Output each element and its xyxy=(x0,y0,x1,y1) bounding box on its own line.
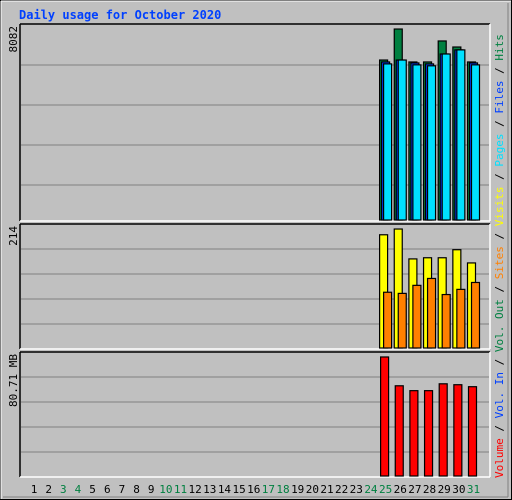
x-tick-label-day-15: 15 xyxy=(232,483,245,496)
bar-pages-day-31 xyxy=(470,64,481,221)
x-tick-label-day-27: 27 xyxy=(408,483,421,496)
panel-volume: 80.71 MB xyxy=(7,351,491,478)
x-tick-label-day-22: 22 xyxy=(335,483,348,496)
x-tick-label-day-14: 14 xyxy=(218,483,232,496)
x-tick-label-day-16: 16 xyxy=(247,483,260,496)
bar-volume-day-30 xyxy=(453,384,463,477)
bar-volume-day-25 xyxy=(380,356,390,477)
bar-volume-day-29 xyxy=(438,383,448,477)
legend-text: Volume / Vol. In / Vol. Out / Sites / Vi… xyxy=(493,34,506,478)
x-tick-label-day-28: 28 xyxy=(423,483,436,496)
x-tick-label-day-4: 4 xyxy=(75,483,82,496)
bar-volume-day-28 xyxy=(423,390,434,477)
legend-item-volume: Volume xyxy=(493,438,506,478)
legend-item-files: Files xyxy=(493,81,506,114)
x-tick-label-day-17: 17 xyxy=(262,483,275,496)
x-tick-label-day-5: 5 xyxy=(89,483,96,496)
bar-pages-day-26 xyxy=(397,59,407,221)
x-tick-label-day-13: 13 xyxy=(203,483,216,496)
legend-separator: / xyxy=(493,167,506,187)
bar-pages-day-27 xyxy=(412,64,422,221)
x-tick-label-day-25: 25 xyxy=(379,483,392,496)
x-tick-label-day-24: 24 xyxy=(364,483,378,496)
legend-separator: / xyxy=(493,114,506,134)
legend-item-vol-out: Vol. Out xyxy=(493,299,506,352)
legend-separator: / xyxy=(493,61,506,81)
daily-usage-chart-frame: Daily usage for October 2020 8082 214 80.7… xyxy=(0,0,512,500)
x-tick-label-day-26: 26 xyxy=(394,483,407,496)
bar-pages-day-30 xyxy=(456,49,466,221)
legend-separator: / xyxy=(493,352,506,372)
x-tick-label-day-3: 3 xyxy=(60,483,67,496)
legend-separator: / xyxy=(493,226,506,246)
x-tick-label-day-20: 20 xyxy=(306,483,319,496)
x-tick-label-day-7: 7 xyxy=(119,483,126,496)
x-tick-label-day-12: 12 xyxy=(189,483,202,496)
legend: Volume / Vol. In / Vol. Out / Sites / Vi… xyxy=(493,34,506,478)
legend-item-pages: Pages xyxy=(493,134,506,167)
x-tick-label-day-30: 30 xyxy=(452,483,465,496)
panel-visits-sites: 214 xyxy=(7,223,491,350)
bar-pages-day-29 xyxy=(441,53,451,221)
x-tick-label-day-11: 11 xyxy=(174,483,187,496)
x-tick-label-day-1: 1 xyxy=(31,483,38,496)
x-tick-label-day-31: 31 xyxy=(467,483,480,496)
daily-usage-chart: Daily usage for October 2020 808221480.7… xyxy=(0,0,512,500)
x-tick-label-day-9: 9 xyxy=(148,483,155,496)
legend-separator: / xyxy=(493,279,506,299)
chart-title: Daily usage for October 2020 xyxy=(19,8,221,22)
x-tick-label-day-23: 23 xyxy=(350,483,363,496)
x-tick-label-day-2: 2 xyxy=(45,483,52,496)
x-tick-label-day-21: 21 xyxy=(320,483,333,496)
x-tick-label-day-19: 19 xyxy=(291,483,304,496)
bar-volume-day-26 xyxy=(394,385,404,477)
legend-item-hits: Hits xyxy=(493,34,506,61)
x-tick-label-day-8: 8 xyxy=(133,483,140,496)
legend-item-vol-in: Vol. In xyxy=(493,372,506,418)
x-tick-label-day-18: 18 xyxy=(276,483,289,496)
bar-sites-day-28 xyxy=(426,277,437,349)
y-max-label: 8082 xyxy=(7,26,20,53)
legend-separator: / xyxy=(493,418,506,438)
y-max-label: 214 xyxy=(7,226,20,246)
legend-item-visits: Visits xyxy=(493,187,506,227)
x-tick-label-day-6: 6 xyxy=(104,483,111,496)
panel-background xyxy=(20,352,490,477)
bar-sites-day-25 xyxy=(383,291,393,349)
bar-sites-day-27 xyxy=(412,284,422,349)
panels: 8082 214 80.71 MB xyxy=(7,23,491,478)
bar-sites-day-29 xyxy=(441,293,451,349)
x-tick-label-day-10: 10 xyxy=(159,483,172,496)
legend-item-sites: Sites xyxy=(493,246,506,279)
bar-sites-day-31 xyxy=(470,281,481,349)
bar-volume-day-31 xyxy=(467,386,478,477)
bar-sites-day-30 xyxy=(456,288,466,349)
bar-pages-day-25 xyxy=(383,63,393,221)
panel-hits-files-pages: 8082 xyxy=(7,23,491,222)
bar-volume-day-27 xyxy=(409,390,419,477)
y-max-label: 80.71 MB xyxy=(7,354,20,407)
x-tick-label-day-29: 29 xyxy=(438,483,451,496)
bar-sites-day-26 xyxy=(397,292,407,349)
bar-pages-day-28 xyxy=(426,65,437,221)
